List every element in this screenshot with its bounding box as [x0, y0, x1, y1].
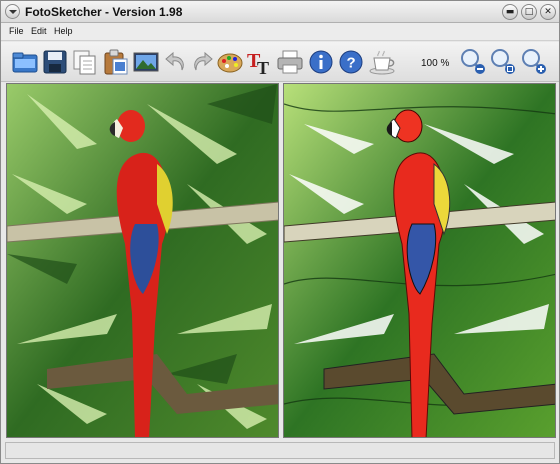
info-icon[interactable]	[307, 48, 335, 76]
print-icon[interactable]	[276, 48, 304, 76]
palette-icon[interactable]	[216, 48, 244, 76]
text-tool-icon[interactable]: T T	[246, 48, 274, 76]
copy-icon[interactable]	[71, 48, 99, 76]
save-icon[interactable]	[41, 48, 69, 76]
original-image-pane[interactable]	[6, 83, 279, 438]
macaw-painting	[284, 84, 555, 437]
sketch-image-pane[interactable]	[283, 83, 556, 438]
minimize-button[interactable]: ▬	[502, 4, 518, 20]
window-title: FotoSketcher - Version 1.98	[25, 5, 183, 19]
zoom-fit-icon[interactable]	[489, 48, 517, 76]
menu-file[interactable]: File	[9, 26, 24, 36]
redo-icon[interactable]	[188, 48, 216, 76]
svg-text:?: ?	[347, 55, 356, 72]
zoom-out-icon[interactable]	[459, 48, 487, 76]
window-menu-button[interactable]	[5, 4, 20, 19]
toolbar: T T ? 100 %	[1, 42, 559, 82]
maximize-button[interactable]: □	[521, 4, 537, 20]
app-window: FotoSketcher - Version 1.98 ▬ □ ✕ File E…	[0, 0, 560, 464]
help-icon[interactable]: ?	[337, 48, 365, 76]
macaw-photo	[7, 84, 278, 437]
undo-icon[interactable]	[162, 48, 190, 76]
open-folder-icon[interactable]	[11, 48, 39, 76]
svg-text:T: T	[257, 58, 269, 76]
menu-help[interactable]: Help	[54, 26, 73, 36]
image-icon[interactable]	[132, 48, 160, 76]
close-button[interactable]: ✕	[540, 4, 556, 20]
menu-edit[interactable]: Edit	[31, 26, 47, 36]
coffee-cup-icon[interactable]	[368, 48, 396, 76]
menu-bar: File Edit Help	[1, 23, 559, 41]
zoom-level: 100 %	[421, 58, 450, 69]
title-bar[interactable]: FotoSketcher - Version 1.98 ▬ □ ✕	[1, 1, 559, 23]
zoom-in-icon[interactable]	[520, 48, 548, 76]
paste-icon[interactable]	[102, 48, 130, 76]
status-bar	[5, 442, 555, 459]
